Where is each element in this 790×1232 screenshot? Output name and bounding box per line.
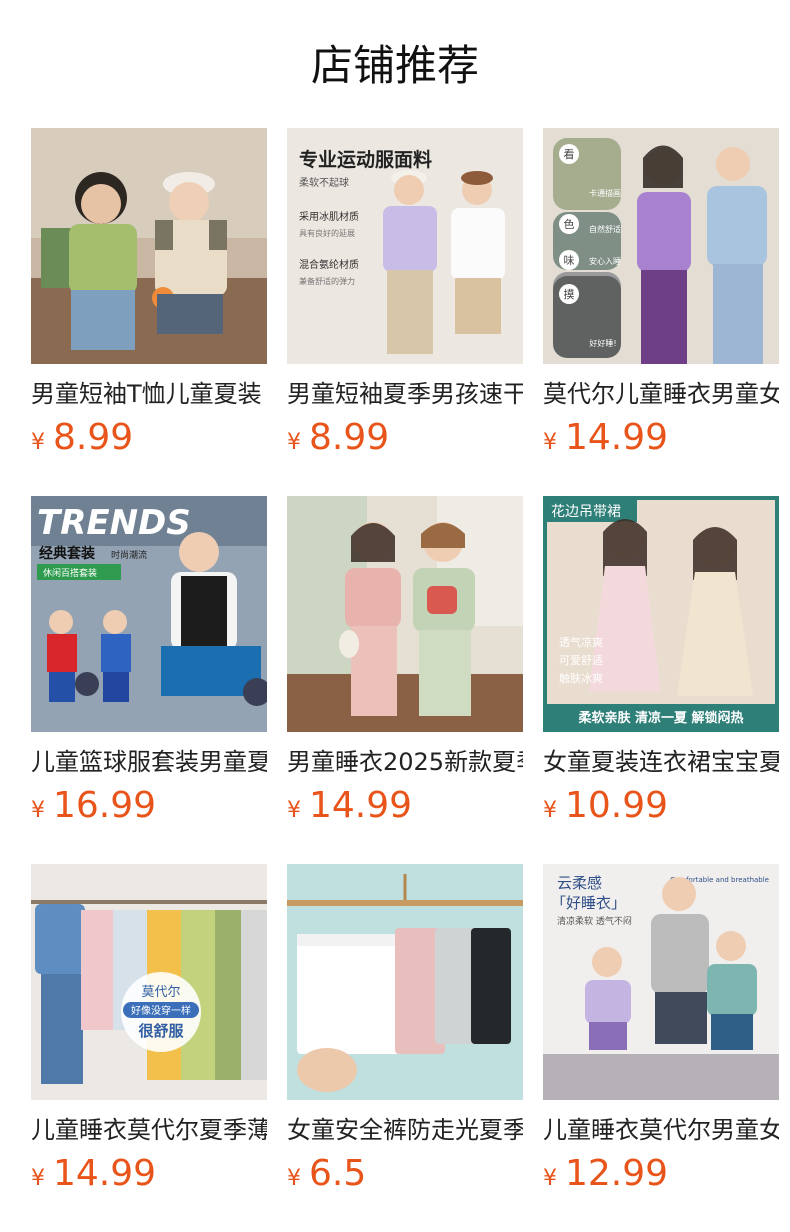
- image-subtext: 时尚潮流: [111, 549, 147, 561]
- badge-caption: 卡通描画: [589, 188, 621, 198]
- safety-shorts-photo-icon: [287, 864, 523, 1100]
- product-image[interactable]: 看 卡通描画 色 自然舒适 味 安心入睡 摸 好好睡!: [543, 128, 779, 364]
- product-price: ¥8.99: [287, 414, 389, 462]
- girls-dress-photo-icon: 花边吊带裙 透气凉爽 可爱舒适 触肤冰爽 柔软亲肤 清凉一夏 解锁闷热: [543, 496, 779, 732]
- product-image[interactable]: [287, 496, 523, 732]
- badge-caption: 自然舒适: [589, 224, 621, 234]
- image-feature: 透气凉爽: [559, 635, 603, 649]
- price-value: 12.99: [565, 1153, 669, 1194]
- image-heading: 云柔感: [557, 874, 602, 892]
- product-image[interactable]: [31, 128, 267, 364]
- hanging-pajamas-photo-icon: 莫代尔 好像没穿一样 很舒服: [31, 864, 267, 1100]
- sportswear-kids-photo-icon: 专业运动服面料 柔软不起球 采用冰肌材质 具有良好的延展 混合氨纶材质 兼备舒适…: [287, 128, 523, 364]
- price-value: 10.99: [565, 785, 669, 826]
- image-subtext: 柔软不起球: [299, 176, 349, 189]
- product-title[interactable]: 女童夏装连衣裙宝宝夏: [543, 744, 779, 780]
- currency-symbol: ¥: [543, 1166, 557, 1191]
- image-tag: 休闲百搭套装: [43, 567, 97, 579]
- product-price: ¥6.5: [287, 1150, 366, 1198]
- product-title[interactable]: 女童安全裤防走光夏季: [287, 1112, 523, 1148]
- modal-pajamas-photo-icon: 看 卡通描画 色 自然舒适 味 安心入睡 摸 好好睡!: [543, 128, 779, 364]
- product-price: ¥14.99: [287, 782, 412, 830]
- product-image[interactable]: 花边吊带裙 透气凉爽 可爱舒适 触肤冰爽 柔软亲肤 清凉一夏 解锁闷热: [543, 496, 779, 732]
- product-title[interactable]: 男童睡衣2025新款夏季: [287, 744, 523, 780]
- currency-symbol: ¥: [31, 430, 45, 455]
- badge-text: 色: [564, 217, 575, 231]
- currency-symbol: ¥: [287, 798, 301, 823]
- product-price: ¥10.99: [543, 782, 668, 830]
- product-image[interactable]: 专业运动服面料 柔软不起球 采用冰肌材质 具有良好的延展 混合氨纶材质 兼备舒适…: [287, 128, 523, 364]
- price-value: 14.99: [309, 785, 413, 826]
- image-badge-title: 莫代尔: [141, 985, 180, 1000]
- store-recommendations: 店铺推荐 男童短袖T恤儿童夏装 ¥8.99 专业运动服面料 柔软不起球 采用冰肌…: [0, 0, 790, 1232]
- image-heading: 花边吊带裙: [551, 504, 621, 520]
- price-value: 16.99: [53, 785, 157, 826]
- image-feature: 触肤冰爽: [559, 671, 603, 685]
- basketball-set-photo-icon: TRENDS 经典套装 时尚潮流 休闲百搭套装: [31, 496, 267, 732]
- image-feature-sub: 具有良好的延展: [299, 228, 355, 238]
- product-image[interactable]: 云柔感 「好睡衣」 清凉柔软 透气不闷 Comfortable and brea…: [543, 864, 779, 1100]
- image-heading: TRENDS: [37, 503, 191, 543]
- family-pajamas-photo-icon: 云柔感 「好睡衣」 清凉柔软 透气不闷 Comfortable and brea…: [543, 864, 779, 1100]
- image-feature: 可爱舒适: [559, 653, 603, 667]
- badge-text: 味: [564, 254, 575, 267]
- image-feature: 混合氨纶材质: [299, 258, 359, 271]
- badge-caption: 好好睡!: [589, 338, 616, 348]
- product-card[interactable]: TRENDS 经典套装 时尚潮流 休闲百搭套装 儿童篮球服套装男童夏 ¥ 16.…: [31, 496, 271, 836]
- currency-symbol: ¥: [543, 798, 557, 823]
- product-image[interactable]: [287, 864, 523, 1100]
- image-heading: 专业运动服面料: [299, 148, 432, 171]
- image-feature-sub: 兼备舒适的弹力: [299, 276, 355, 286]
- currency-symbol: ¥: [287, 1166, 301, 1191]
- product-card[interactable]: 女童安全裤防走光夏季 ¥6.5: [287, 864, 527, 1204]
- product-price: ¥8.99: [31, 414, 133, 462]
- image-subtext: 清凉柔软 透气不闷: [557, 915, 632, 927]
- product-card[interactable]: 男童短袖T恤儿童夏装 ¥8.99: [31, 128, 271, 468]
- product-card[interactable]: 花边吊带裙 透气凉爽 可爱舒适 触肤冰爽 柔软亲肤 清凉一夏 解锁闷热 女童夏装…: [543, 496, 783, 836]
- price-value: 6.5: [309, 1153, 367, 1194]
- badge-text: 摸: [564, 288, 575, 301]
- product-price: ¥16.99: [31, 782, 156, 830]
- product-title[interactable]: 儿童睡衣莫代尔夏季薄: [31, 1112, 267, 1148]
- product-card[interactable]: 看 卡通描画 色 自然舒适 味 安心入睡 摸 好好睡! 莫代尔儿童睡衣男童女 ¥…: [543, 128, 783, 468]
- image-heading: 「好睡衣」: [551, 894, 626, 912]
- image-subheading: 经典套装: [39, 545, 96, 562]
- section-title: 店铺推荐: [310, 41, 479, 90]
- currency-symbol: ¥: [287, 430, 301, 455]
- product-title[interactable]: 莫代尔儿童睡衣男童女: [543, 376, 779, 412]
- currency-symbol: ¥: [543, 430, 557, 455]
- product-price: ¥14.99: [31, 1150, 156, 1198]
- product-price: ¥14.99: [543, 414, 668, 462]
- product-card[interactable]: 男童睡衣2025新款夏季 ¥14.99: [287, 496, 527, 836]
- product-image[interactable]: TRENDS 经典套装 时尚潮流 休闲百搭套装: [31, 496, 267, 732]
- price-value: 14.99: [53, 1153, 157, 1194]
- product-title[interactable]: 儿童篮球服套装男童夏: [31, 744, 267, 780]
- product-title[interactable]: 儿童睡衣莫代尔男童女: [543, 1112, 779, 1148]
- kids-pajamas-photo-icon: [287, 496, 523, 732]
- badge-text: 看: [564, 147, 575, 161]
- price-value: 14.99: [565, 417, 669, 458]
- product-title[interactable]: 男童短袖夏季男孩速干: [287, 376, 523, 412]
- product-card[interactable]: 云柔感 「好睡衣」 清凉柔软 透气不闷 Comfortable and brea…: [543, 864, 783, 1204]
- product-card[interactable]: 专业运动服面料 柔软不起球 采用冰肌材质 具有良好的延展 混合氨纶材质 兼备舒适…: [287, 128, 527, 468]
- image-feature: 采用冰肌材质: [299, 210, 359, 223]
- image-badge-text: 好像没穿一样: [131, 1004, 191, 1017]
- product-title[interactable]: 男童短袖T恤儿童夏装: [31, 376, 267, 412]
- product-image[interactable]: 莫代尔 好像没穿一样 很舒服: [31, 864, 267, 1100]
- product-card[interactable]: 莫代尔 好像没穿一样 很舒服 儿童睡衣莫代尔夏季薄 ¥14.99: [31, 864, 271, 1204]
- boy-girl-tshirt-photo-icon: [31, 128, 267, 364]
- price-value: 8.99: [53, 417, 134, 458]
- price-value: 8.99: [309, 417, 390, 458]
- currency-symbol: ¥: [31, 798, 45, 823]
- currency-symbol: ¥: [31, 1166, 45, 1191]
- badge-caption: 安心入睡: [589, 256, 621, 266]
- image-badge-subtitle: 很舒服: [137, 1022, 184, 1040]
- image-banner: 柔软亲肤 清凉一夏 解锁闷热: [577, 710, 743, 726]
- product-price: ¥12.99: [543, 1150, 668, 1198]
